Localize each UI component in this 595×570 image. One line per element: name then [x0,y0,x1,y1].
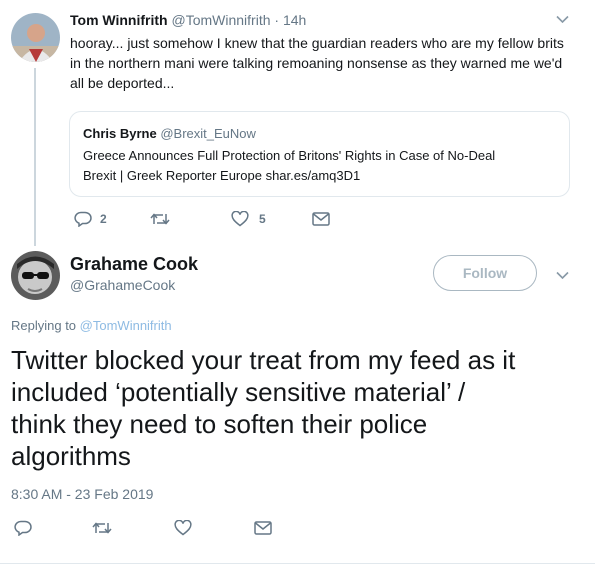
divider [0,563,595,564]
avatar[interactable] [11,13,60,62]
author-name[interactable]: Grahame Cook [70,254,198,275]
quoted-tweet-text: Greece Announces Full Protection of Brit… [83,146,495,186]
message-icon[interactable] [312,212,330,226]
follow-button[interactable]: Follow [433,255,537,291]
tweet-time[interactable]: · 14h [274,12,306,28]
main-tweet-text-line: algorithms [11,441,131,471]
tweet-timestamp[interactable]: 8:30 AM - 23 Feb 2019 [11,486,153,502]
reply-icon[interactable] [74,211,92,227]
retweet-icon[interactable] [150,212,170,226]
replying-to: Replying to @TomWinnifrith [11,318,172,333]
avatar[interactable] [11,251,60,300]
tweet-text-line: all be deported... [70,75,175,91]
avatar-image [11,13,60,62]
quoted-tweet-header: Chris Byrne @Brexit_EuNow [83,126,256,141]
tweet-text: hooray... just somehow I knew that the g… [70,33,564,93]
main-tweet-text-line: think they need to soften their police [11,409,428,439]
avatar-image [11,251,60,300]
quoted-text-line: Brexit | Greek Reporter Europe shar.es/a… [83,168,361,183]
tweet-text-line: hooray... just somehow I knew that the g… [70,35,564,51]
author-name[interactable]: Tom Winnifrith [70,12,168,28]
message-icon[interactable] [254,521,272,535]
retweet-icon[interactable] [92,521,112,535]
like-icon[interactable] [174,520,192,536]
like-count: 5 [259,212,266,226]
main-tweet-text-line: included ‘potentially sensitive material… [11,377,466,407]
chevron-down-icon[interactable] [556,15,569,24]
replying-to-handle[interactable]: @TomWinnifrith [80,318,172,333]
quoted-author-name: Chris Byrne [83,126,157,141]
thread-line [34,68,36,246]
reply-icon[interactable] [14,520,32,536]
parent-tweet-header: Tom Winnifrith @TomWinnifrith · 14h [70,12,306,28]
author-handle[interactable]: @TomWinnifrith [171,12,270,28]
main-tweet-text: Twitter blocked your treat from my feed … [11,344,515,472]
main-tweet-text-line: Twitter blocked your treat from my feed … [11,345,516,375]
tweet-text-line: in the northern mani were talking remoan… [70,55,563,71]
like-icon[interactable] [231,211,249,227]
replying-to-label: Replying to [11,318,77,333]
quoted-author-handle: @Brexit_EuNow [160,126,256,141]
reply-count: 2 [100,212,107,226]
chevron-down-icon[interactable] [556,271,569,280]
author-handle[interactable]: @GrahameCook [70,277,175,293]
quoted-tweet-card[interactable]: Chris Byrne @Brexit_EuNow Greece Announc… [69,111,570,197]
quoted-text-line: Greece Announces Full Protection of Brit… [83,148,496,163]
